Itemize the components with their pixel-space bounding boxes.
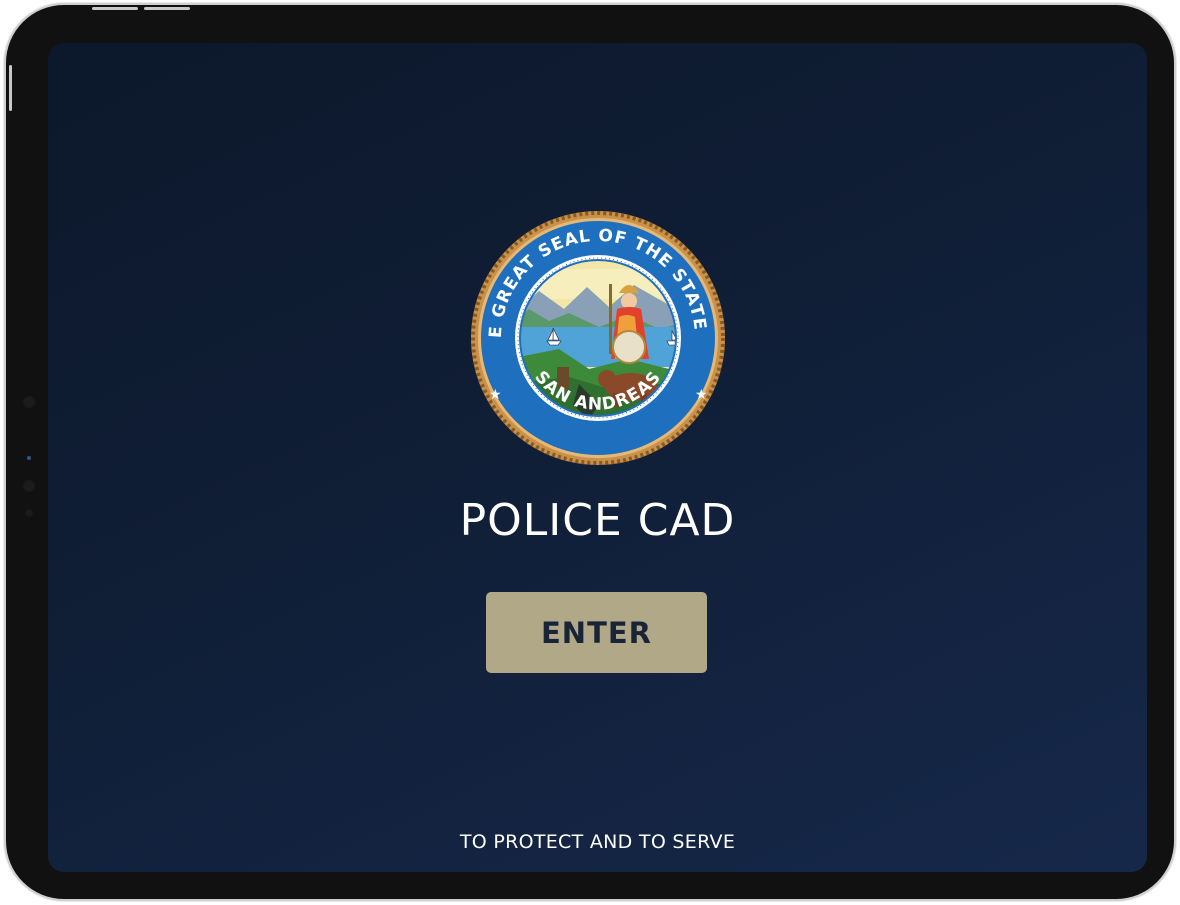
state-seal-icon: THE GREAT SEAL OF THE STATE OF SAN ANDRE… xyxy=(469,209,725,465)
power-hardware-button xyxy=(9,65,12,111)
sensor-dot xyxy=(27,456,31,460)
star-icon: ★ xyxy=(695,387,708,403)
sensor-icon xyxy=(24,508,34,518)
sensor-icon xyxy=(22,479,36,493)
volume-down-hardware-button xyxy=(144,7,190,10)
tablet-frame: THE GREAT SEAL OF THE STATE OF SAN ANDRE… xyxy=(6,5,1174,899)
camera-icon xyxy=(22,395,36,409)
volume-up-hardware-button xyxy=(92,7,138,10)
app-screen: THE GREAT SEAL OF THE STATE OF SAN ANDRE… xyxy=(48,43,1147,872)
star-icon: ★ xyxy=(489,387,502,403)
page-title: POLICE CAD xyxy=(459,495,736,546)
enter-button[interactable]: ENTER xyxy=(486,592,707,673)
motto-text: TO PROTECT AND TO SERVE xyxy=(459,831,736,853)
